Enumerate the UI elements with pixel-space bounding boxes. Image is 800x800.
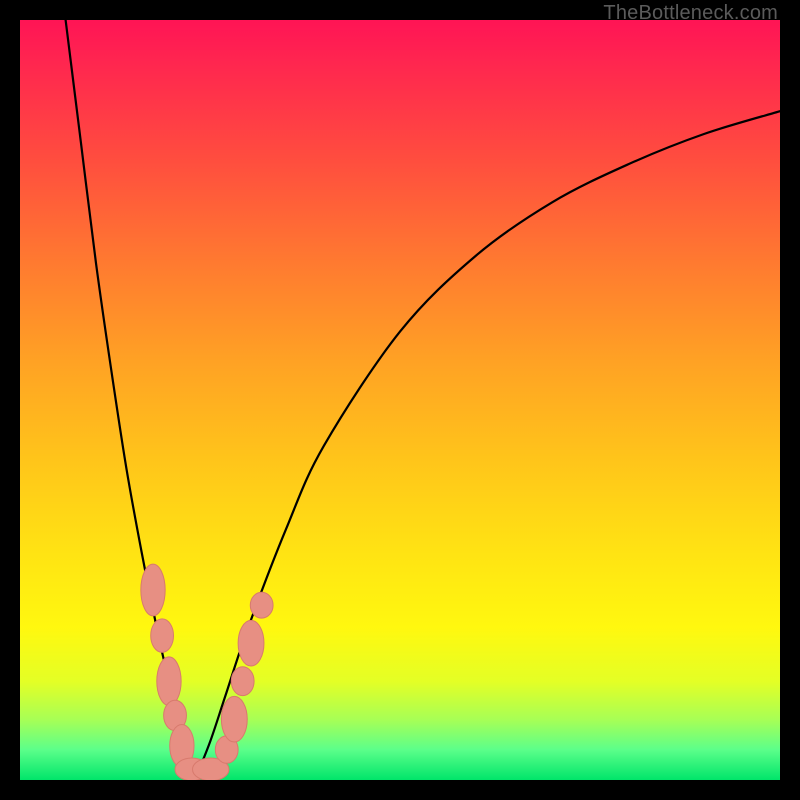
data-marker xyxy=(231,667,254,696)
right-curve xyxy=(195,111,780,780)
plot-area xyxy=(20,20,780,780)
data-marker xyxy=(151,619,174,652)
curves-svg xyxy=(20,20,780,780)
data-marker xyxy=(141,564,165,616)
data-marker xyxy=(221,696,247,742)
data-marker xyxy=(238,620,264,666)
attribution-watermark: TheBottleneck.com xyxy=(603,2,778,25)
data-marker xyxy=(157,657,181,706)
chart-frame: TheBottleneck.com xyxy=(0,0,800,800)
data-marker xyxy=(250,592,273,618)
